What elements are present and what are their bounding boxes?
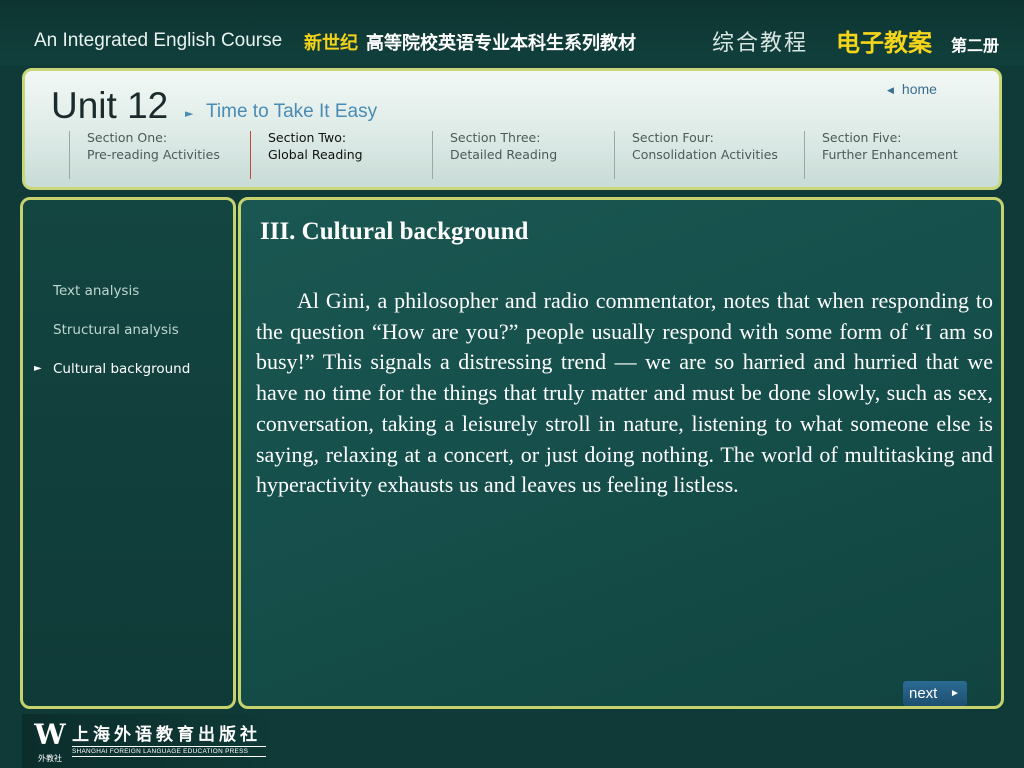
- section-nav: Section One: Pre-reading Activities Sect…: [25, 129, 1005, 181]
- sidebar-item-label: Cultural background: [53, 361, 191, 377]
- content-title: III. Cultural background: [260, 218, 529, 245]
- unit-subtitle: Time to Take It Easy: [206, 101, 378, 122]
- book-name: 综合教程: [712, 31, 809, 56]
- section-number: Section Four:: [632, 130, 714, 145]
- courseware-label: 电子教案: [836, 29, 932, 57]
- course-title: An Integrated English Course: [34, 30, 283, 51]
- triangle-left-icon: ◀: [887, 85, 894, 95]
- section-tab-two[interactable]: Section Two: Global Reading: [250, 129, 363, 179]
- triangle-right-icon: ►: [950, 688, 960, 699]
- section-tab-five[interactable]: Section Five: Further Enhancement: [804, 129, 958, 179]
- publisher-footer: W 外教社 上海外语教育出版社 SHANGHAI FOREIGN LANGUAG…: [22, 714, 282, 768]
- content-body: Al Gini, a philosopher and radio comment…: [256, 288, 993, 498]
- unit-header: Unit 12 ► Time to Take It Easy ◀ home Sec…: [22, 68, 1002, 190]
- subtitle-arrow-icon: ►: [185, 107, 194, 120]
- section-number: Section Five:: [822, 130, 902, 145]
- section-number: Section One:: [87, 130, 168, 145]
- content-panel: III. Cultural background Al Gini, a phil…: [238, 197, 1004, 709]
- top-banner: An Integrated English Course 新世纪 高等院校英语专…: [0, 0, 1024, 66]
- series-title: 高等院校英语专业本科生系列教材: [366, 33, 636, 54]
- sidebar-item-label: Text analysis: [53, 283, 140, 299]
- logo-mark: W: [33, 720, 66, 751]
- triangle-right-icon: ►: [34, 363, 42, 374]
- sidebar-item-label: Structural analysis: [53, 322, 179, 338]
- section-tab-three[interactable]: Section Three: Detailed Reading: [432, 129, 557, 179]
- next-label: next: [909, 685, 938, 702]
- next-button[interactable]: next ►: [903, 681, 967, 706]
- series-highlight: 新世纪: [304, 33, 358, 54]
- section-tab-one[interactable]: Section One: Pre-reading Activities: [69, 129, 220, 179]
- section-name: Further Enhancement: [822, 147, 958, 162]
- section-tab-four[interactable]: Section Four: Consolidation Activities: [614, 129, 778, 179]
- section-name: Global Reading: [268, 147, 363, 162]
- volume-label: 第二册: [951, 36, 1000, 55]
- section-number: Section Three:: [450, 130, 541, 145]
- publisher-name-cn: 上海外语教育出版社: [72, 725, 261, 745]
- unit-title: Unit 12: [51, 85, 169, 126]
- publisher-name-en: SHANGHAI FOREIGN LANGUAGE EDUCATION PRES…: [72, 746, 266, 757]
- section-name: Pre-reading Activities: [87, 147, 220, 162]
- home-label: home: [901, 81, 937, 97]
- home-link[interactable]: ◀ home: [887, 81, 937, 97]
- section-name: Detailed Reading: [450, 147, 558, 162]
- section-name: Consolidation Activities: [632, 147, 778, 162]
- sidebar: Text analysis Structural analysis ► Cult…: [20, 197, 236, 709]
- publisher-logo: W 外教社: [33, 720, 66, 763]
- section-number: Section Two:: [268, 130, 347, 145]
- logo-caption: 外教社: [38, 753, 62, 763]
